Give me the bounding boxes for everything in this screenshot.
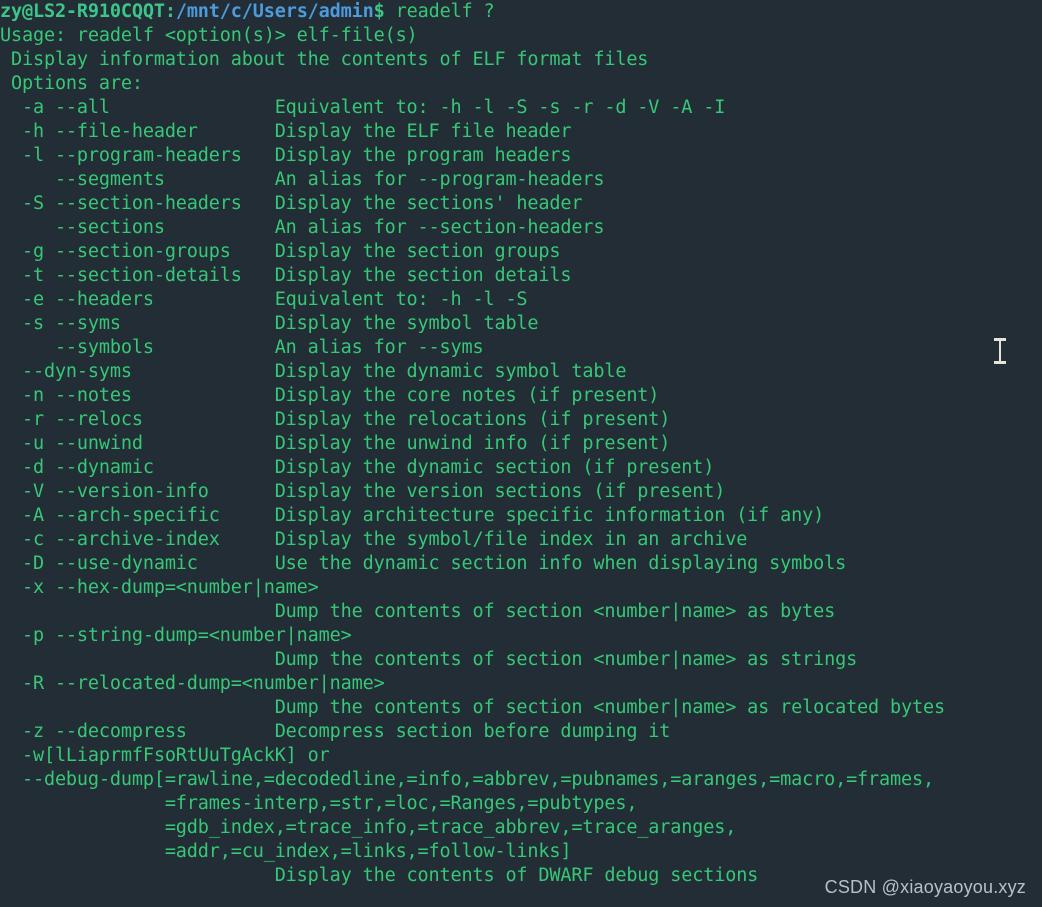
output-line: -R --relocated-dump=<number|name> [0,673,385,694]
output-line: -p --string-dump=<number|name> [0,625,352,646]
output-line: -t --section-details Display the section… [0,265,572,286]
output-line: =frames-interp,=str,=loc,=Ranges,=pubtyp… [0,793,638,814]
output-line: -D --use-dynamic Use the dynamic section… [0,553,847,574]
output-line: --segments An alias for --program-header… [0,169,605,190]
output-line: Usage: readelf <option(s)> elf-file(s) [0,25,418,46]
output-line: Dump the contents of section <number|nam… [0,601,836,622]
output-line: --debug-dump[=rawline,=decodedline,=info… [0,769,934,790]
output-line: -e --headers Equivalent to: -h -l -S [0,289,528,310]
terminal-screen[interactable]: zy@LS2-R910CQQT:/mnt/c/Users/admin$ read… [0,0,1042,888]
output-line: -a --all Equivalent to: -h -l -S -s -r -… [0,97,726,118]
output-line: -S --section-headers Display the section… [0,193,583,214]
output-line: =addr,=cu_index,=links,=follow-links] [0,841,572,862]
prompt-separator: : [164,1,176,22]
watermark-label: CSDN @xiaoyaoyou.xyz [824,877,1026,897]
output-line: -s --syms Display the symbol table [0,313,539,334]
prompt-line: zy@LS2-R910CQQT:/mnt/c/Users/admin$ read… [0,0,1042,24]
output-line: -c --archive-index Display the symbol/fi… [0,529,748,550]
output-line: -w[lLiaprmfFsoRtUuTgAckK] or [0,745,330,766]
output-line: -x --hex-dump=<number|name> [0,577,319,598]
output-line: -n --notes Display the core notes (if pr… [0,385,660,406]
output-line: --dyn-syms Display the dynamic symbol ta… [0,361,627,382]
output-line: Dump the contents of section <number|nam… [0,649,858,670]
prompt-path: /mnt/c/Users/admin [175,1,374,22]
output-line: -z --decompress Decompress section befor… [0,721,671,742]
output-line: -u --unwind Display the unwind info (if … [0,433,671,454]
output-line: Dump the contents of section <number|nam… [0,697,945,718]
output-line: Options are: [0,73,143,94]
output-line: -V --version-info Display the version se… [0,481,726,502]
prompt-command: readelf ? [395,1,495,22]
output-line: -h --file-header Display the ELF file he… [0,121,572,142]
output-line: -g --section-groups Display the section … [0,241,561,262]
output-line: -l --program-headers Display the program… [0,145,572,166]
output-line: -A --arch-specific Display architecture … [0,505,825,526]
output-line: =gdb_index,=trace_info,=trace_abbrev,=tr… [0,817,737,838]
command-output: Usage: readelf <option(s)> elf-file(s) D… [0,24,1042,888]
terminal-window[interactable]: zy@LS2-R910CQQT:/mnt/c/Users/admin$ read… [0,0,1042,907]
output-line: Display information about the contents o… [0,49,649,70]
output-line: --symbols An alias for --syms [0,337,484,358]
prompt-user-host: zy@LS2-R910CQQT [0,1,165,22]
output-line: -r --relocs Display the relocations (if … [0,409,671,430]
output-line: -d --dynamic Display the dynamic section… [0,457,715,478]
prompt-sigil: $ [373,1,385,22]
output-line: --sections An alias for --section-header… [0,217,605,238]
